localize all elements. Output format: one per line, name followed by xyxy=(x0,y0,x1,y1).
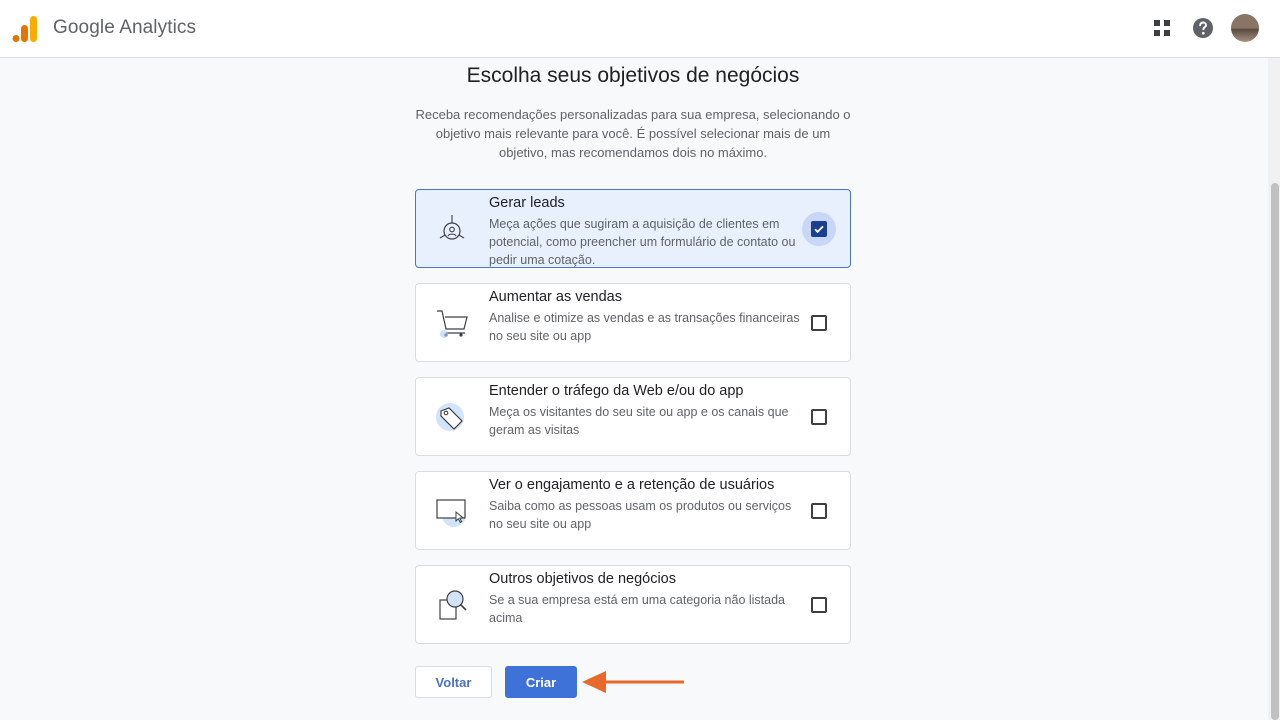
option-card-understand-traffic[interactable]: Entender o tráfego da Web e/ou do app Me… xyxy=(415,377,851,456)
tag-icon xyxy=(436,403,464,431)
option-checkbox[interactable] xyxy=(811,597,827,613)
target-person-icon xyxy=(439,215,465,240)
option-title: Ver o engajamento e a retenção de usuári… xyxy=(489,477,775,493)
option-card-engagement-retention[interactable]: Ver o engajamento e a retenção de usuári… xyxy=(415,471,851,550)
top-app-bar: Google Analytics xyxy=(0,0,1280,58)
scrollbar-thumb[interactable] xyxy=(1271,183,1279,720)
option-description: Meça os visitantes do seu site ou app e … xyxy=(489,405,789,437)
product-name: Google Analytics xyxy=(53,17,197,38)
option-description: Se a sua empresa está em uma categoria n… xyxy=(489,593,786,625)
shopping-cart-icon xyxy=(437,310,468,338)
option-card-increase-sales[interactable]: Aumentar as vendas Analise e otimize as … xyxy=(415,283,851,362)
page-description: Receba recomendações personalizadas para… xyxy=(415,107,851,160)
business-objectives-list: Gerar leads Meça ações que sugiram a aqu… xyxy=(415,189,851,659)
checkbox-ripple[interactable] xyxy=(802,494,836,528)
analytics-logo xyxy=(12,16,37,42)
option-checkbox[interactable] xyxy=(811,315,827,331)
option-description: Saiba como as pessoas usam os produtos o… xyxy=(489,499,792,531)
screen-cursor-icon xyxy=(436,499,466,527)
back-button[interactable]: Voltar xyxy=(415,666,492,698)
annotation-arrow-icon xyxy=(582,671,684,693)
page-title: Escolha seus objetivos de negócios xyxy=(466,64,800,87)
checkbox-ripple[interactable] xyxy=(802,212,836,246)
option-checkbox[interactable] xyxy=(811,409,827,425)
option-title: Entender o tráfego da Web e/ou do app xyxy=(489,383,744,399)
create-button[interactable]: Criar xyxy=(505,666,577,698)
option-checkbox[interactable] xyxy=(811,221,827,237)
magnifier-icon xyxy=(439,590,467,620)
checkbox-ripple[interactable] xyxy=(802,588,836,622)
option-card-generate-leads[interactable]: Gerar leads Meça ações que sugiram a aqu… xyxy=(415,189,851,268)
checkmark-icon xyxy=(814,225,824,234)
checkbox-ripple[interactable] xyxy=(802,400,836,434)
apps-grid-icon[interactable] xyxy=(1150,16,1174,40)
option-title: Gerar leads xyxy=(489,195,565,211)
option-description: Analise e otimize as vendas e as transaç… xyxy=(489,311,800,343)
avatar[interactable] xyxy=(1231,14,1259,42)
help-icon[interactable] xyxy=(1191,16,1215,40)
option-card-other-objectives[interactable]: Outros objetivos de negócios Se a sua em… xyxy=(415,565,851,644)
option-title: Aumentar as vendas xyxy=(489,289,622,305)
checkbox-ripple[interactable] xyxy=(802,306,836,340)
option-checkbox[interactable] xyxy=(811,503,827,519)
option-title: Outros objetivos de negócios xyxy=(489,571,676,587)
option-description: Meça ações que sugiram a aquisição de cl… xyxy=(489,217,796,267)
